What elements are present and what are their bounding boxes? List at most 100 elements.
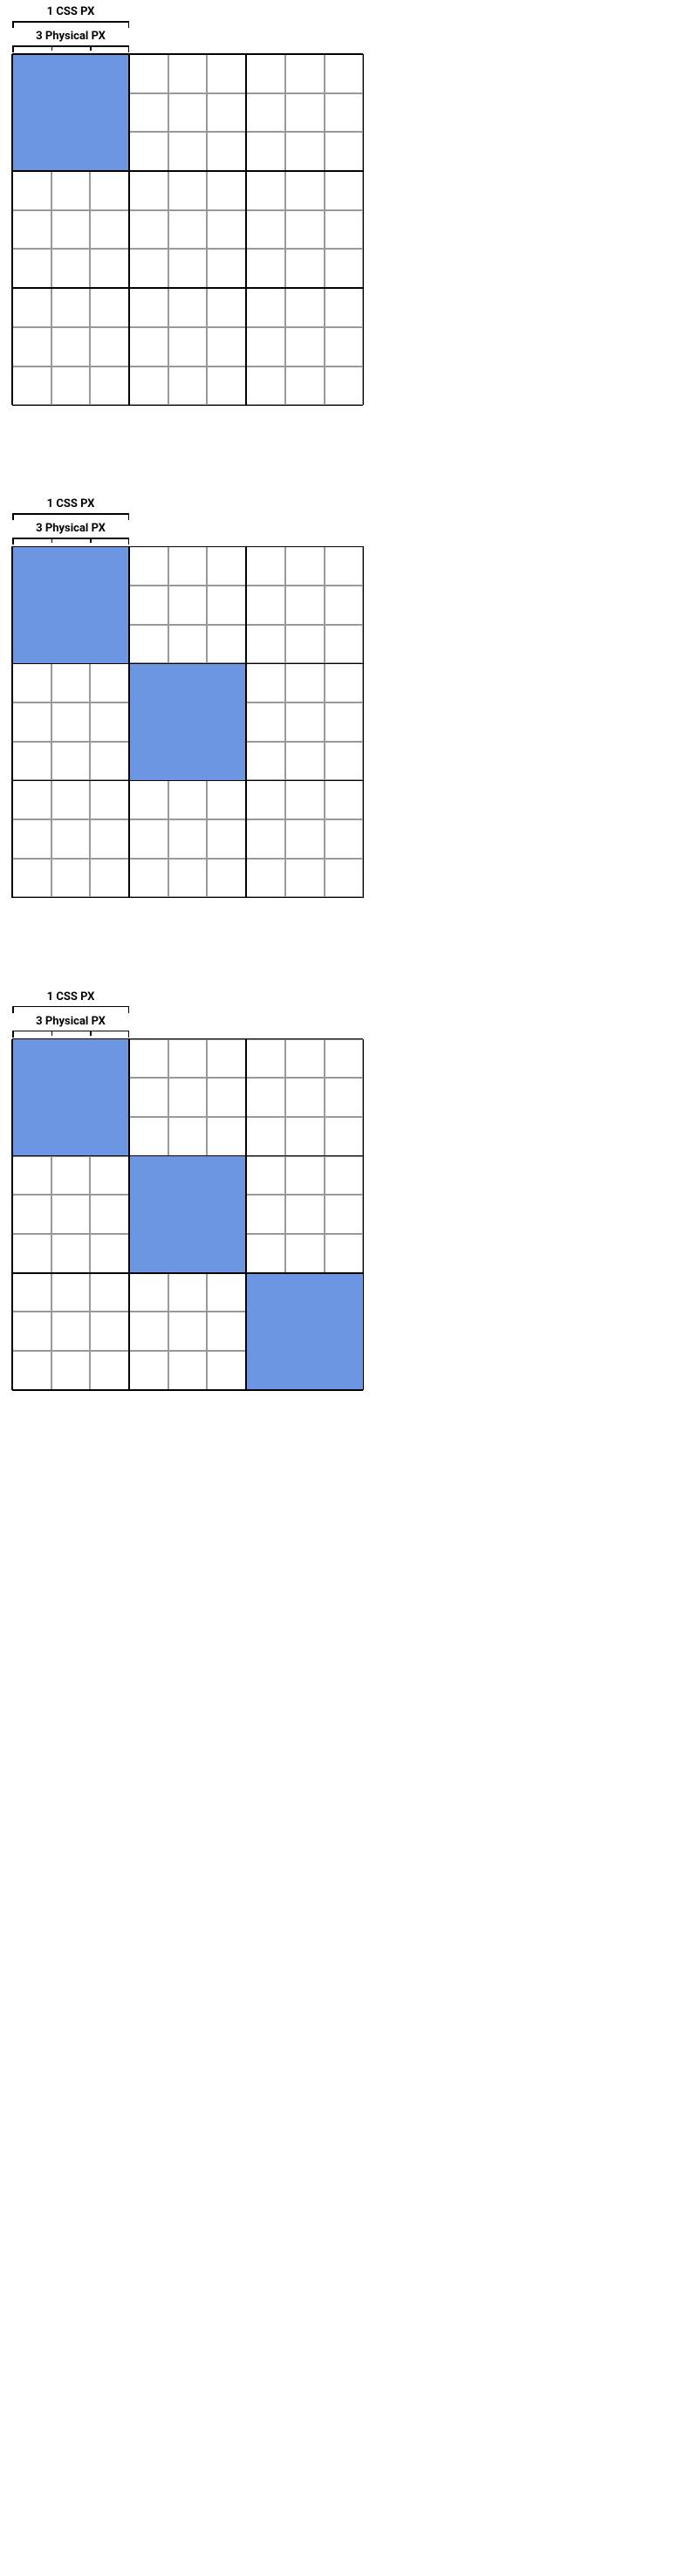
subpixel-cell bbox=[325, 54, 364, 93]
subpixel-cell bbox=[12, 859, 51, 898]
subpixel-cell bbox=[246, 546, 285, 586]
labels: 1 CSS PX 3 Physical PX bbox=[12, 990, 698, 1039]
subpixel-cell bbox=[246, 1117, 285, 1156]
subpixel-cell bbox=[129, 819, 168, 859]
css-pixel-block bbox=[12, 546, 129, 663]
subpixel-cell bbox=[129, 367, 168, 406]
subpixel-cell bbox=[246, 171, 285, 210]
subpixel-cell bbox=[168, 132, 208, 171]
subpixel-cell bbox=[168, 625, 208, 664]
subpixel-cell bbox=[285, 249, 325, 288]
subpixel-cell bbox=[325, 546, 364, 586]
physical-px-label-group: 3 Physical PX bbox=[12, 1015, 129, 1041]
subpixel-cell bbox=[168, 327, 208, 367]
subpixel-cell bbox=[325, 93, 364, 133]
subpixel-cell bbox=[207, 249, 246, 288]
subpixel-cell bbox=[129, 1078, 168, 1117]
subpixel-cell bbox=[168, 1273, 208, 1312]
subpixel-cell bbox=[51, 1312, 91, 1351]
subpixel-cell bbox=[285, 1117, 325, 1156]
subpixel-cell bbox=[129, 210, 168, 250]
subpixel-cell bbox=[246, 93, 285, 133]
subpixel-cell bbox=[168, 1078, 208, 1117]
subpixel-cell bbox=[90, 780, 129, 819]
subpixel-cell bbox=[90, 1312, 129, 1351]
subpixel-cell bbox=[325, 780, 364, 819]
subpixel-cell bbox=[246, 1078, 285, 1117]
subpixel-cell bbox=[246, 210, 285, 250]
subpixel-cell bbox=[207, 780, 246, 819]
subpixel-cell bbox=[246, 327, 285, 367]
subpixel-cell bbox=[207, 586, 246, 625]
physical-px-label-group: 3 Physical PX bbox=[12, 522, 129, 548]
subpixel-cell bbox=[285, 1078, 325, 1117]
subpixel-cell bbox=[90, 249, 129, 288]
subpixel-cell bbox=[51, 1273, 91, 1312]
subpixel-cell bbox=[90, 171, 129, 210]
css-px-label: 1 CSS PX bbox=[12, 990, 129, 1004]
subpixel-cell bbox=[51, 288, 91, 327]
subpixel-cell bbox=[129, 586, 168, 625]
subpixel-cell bbox=[285, 210, 325, 250]
subpixel-cell bbox=[90, 288, 129, 327]
subpixel-cell bbox=[325, 625, 364, 664]
pixel-grid bbox=[12, 54, 363, 405]
subpixel-cell bbox=[90, 210, 129, 250]
subpixel-cell bbox=[12, 367, 51, 406]
subpixel-cell bbox=[168, 367, 208, 406]
subpixel-cell bbox=[129, 132, 168, 171]
subpixel-cell bbox=[285, 54, 325, 93]
subpixel-cell bbox=[207, 546, 246, 586]
subpixel-cell bbox=[246, 1039, 285, 1079]
subpixel-cell bbox=[285, 367, 325, 406]
subpixel-cell bbox=[207, 171, 246, 210]
subpixel-cell bbox=[285, 1234, 325, 1273]
subpixel-cell bbox=[207, 288, 246, 327]
subpixel-cell bbox=[168, 288, 208, 327]
subpixel-cell bbox=[285, 819, 325, 859]
subpixel-cell bbox=[207, 327, 246, 367]
subpixel-cell bbox=[325, 327, 364, 367]
subpixel-cell bbox=[285, 780, 325, 819]
subpixel-cell bbox=[12, 1351, 51, 1390]
physical-px-label: 3 Physical PX bbox=[12, 522, 129, 535]
subpixel-cell bbox=[51, 1234, 91, 1273]
css-pixel-block bbox=[12, 54, 129, 171]
subpixel-cell bbox=[12, 702, 51, 742]
subpixel-cell bbox=[51, 819, 91, 859]
subpixel-cell bbox=[90, 819, 129, 859]
grid-wrap bbox=[12, 1039, 698, 1390]
grid-wrap bbox=[12, 546, 698, 897]
subpixel-cell bbox=[325, 171, 364, 210]
subpixel-cell bbox=[129, 1351, 168, 1390]
subpixel-cell bbox=[12, 288, 51, 327]
subpixel-cell bbox=[207, 625, 246, 664]
subpixel-cell bbox=[285, 546, 325, 586]
subpixel-cell bbox=[285, 288, 325, 327]
subpixel-cell bbox=[129, 780, 168, 819]
subpixel-cell bbox=[207, 54, 246, 93]
subpixel-cell bbox=[168, 93, 208, 133]
subpixel-cell bbox=[325, 367, 364, 406]
css-px-label-group: 1 CSS PX bbox=[12, 5, 129, 31]
subpixel-cell bbox=[12, 819, 51, 859]
subpixel-cell bbox=[129, 546, 168, 586]
subpixel-cell bbox=[207, 1273, 246, 1312]
subpixel-cell bbox=[246, 819, 285, 859]
diagram-2: 1 CSS PX3 Physical PX bbox=[0, 492, 698, 897]
subpixel-cell bbox=[12, 1312, 51, 1351]
labels: 1 CSS PX3 Physical PX bbox=[12, 497, 698, 546]
subpixel-cell bbox=[285, 93, 325, 133]
subpixel-cell bbox=[51, 1351, 91, 1390]
subpixel-cell bbox=[129, 327, 168, 367]
subpixel-cell bbox=[207, 1312, 246, 1351]
diagram-3: 1 CSS PX 3 Physical PX bbox=[0, 985, 698, 1390]
subpixel-cell bbox=[90, 1351, 129, 1390]
subpixel-cell bbox=[325, 586, 364, 625]
subpixel-cell bbox=[51, 663, 91, 702]
subpixel-cell bbox=[325, 1117, 364, 1156]
subpixel-cell bbox=[207, 1351, 246, 1390]
subpixel-cell bbox=[246, 54, 285, 93]
subpixel-cell bbox=[285, 702, 325, 742]
subpixel-cell bbox=[246, 625, 285, 664]
